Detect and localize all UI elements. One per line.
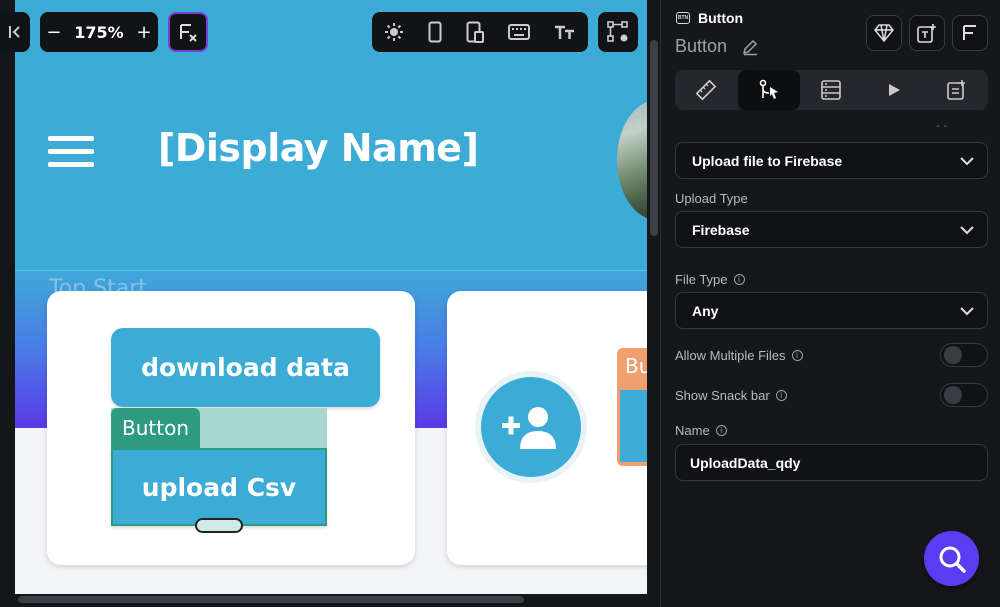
- info-icon[interactable]: i: [715, 425, 727, 436]
- file-type-dropdown[interactable]: Any: [675, 292, 988, 329]
- collapse-panel-button[interactable]: [0, 12, 30, 52]
- magic-icon: [180, 24, 197, 42]
- chevron-down-icon: [960, 307, 974, 316]
- upload-csv-button[interactable]: upload Csv: [111, 448, 327, 526]
- tree-icon: [607, 21, 628, 42]
- resize-handle[interactable]: [195, 518, 243, 533]
- properties-panel: BTN Button Button - - Upload file to Fir…: [660, 0, 1000, 607]
- edit-icon[interactable]: [741, 38, 759, 56]
- action-name-input[interactable]: [675, 444, 988, 481]
- show-snack-bar-label: Show Snack bar i: [675, 388, 787, 403]
- info-icon[interactable]: i: [791, 350, 803, 361]
- tab-backend-query[interactable]: [800, 70, 863, 110]
- add-user-button[interactable]: [475, 371, 587, 483]
- download-data-button[interactable]: download data: [111, 328, 380, 407]
- tab-docs[interactable]: [925, 70, 988, 110]
- show-snack-bar-toggle[interactable]: [940, 383, 988, 407]
- horizontal-scrollbar[interactable]: [18, 596, 524, 603]
- chevron-down-icon: [960, 157, 974, 166]
- phone-icon[interactable]: [428, 21, 442, 43]
- actions-card[interactable]: download data Button upload Csv: [47, 291, 415, 565]
- tab-properties[interactable]: [675, 70, 738, 110]
- panel-tabs: [675, 70, 988, 110]
- play-icon: [889, 84, 901, 96]
- menu-icon[interactable]: [48, 136, 94, 168]
- collapse-left-icon: [9, 26, 20, 38]
- tab-animations[interactable]: [863, 70, 926, 110]
- chevron-down-icon: [960, 226, 974, 235]
- zoom-controls: − 175% +: [40, 12, 158, 52]
- widget-type-title: Button: [698, 10, 744, 26]
- widget-tree-button[interactable]: [598, 12, 638, 52]
- button-widget-icon: BTN: [676, 12, 690, 24]
- action-flow-icon: [759, 79, 778, 99]
- clipped-text: - -: [936, 118, 948, 132]
- add-user-icon: [481, 377, 581, 477]
- ruler-icon: [695, 79, 717, 101]
- vertical-scrollbar[interactable]: [650, 40, 658, 236]
- search-button[interactable]: [924, 531, 979, 586]
- upload-type-label: Upload Type: [675, 191, 748, 206]
- tab-actions[interactable]: [737, 70, 801, 110]
- gem-icon: [874, 24, 894, 42]
- selected-widget-tag: Button: [111, 408, 200, 448]
- add-user-card[interactable]: Bu: [447, 291, 647, 565]
- database-icon: [821, 80, 842, 100]
- widget-name[interactable]: Button: [675, 36, 727, 57]
- selection-outline: Button: [111, 408, 327, 448]
- keyboard-icon[interactable]: [508, 24, 530, 40]
- info-icon[interactable]: i: [775, 390, 787, 401]
- zoom-in-button[interactable]: +: [136, 22, 151, 43]
- zoom-level: 175%: [74, 22, 124, 42]
- action-type-dropdown[interactable]: Upload file to Firebase: [675, 142, 988, 179]
- allow-multiple-files-toggle[interactable]: [940, 343, 988, 367]
- flutterflow-button[interactable]: [952, 15, 988, 51]
- device-preview: [Display Name] Top Start download data B…: [15, 0, 647, 594]
- file-type-label: File Type i: [675, 272, 745, 287]
- tablet-icon[interactable]: [466, 21, 484, 43]
- widget-tag-orange: Bu: [617, 348, 647, 466]
- design-canvas[interactable]: [Display Name] Top Start download data B…: [0, 0, 660, 607]
- search-icon: [939, 546, 966, 573]
- partial-button[interactable]: [620, 390, 647, 462]
- display-name-text[interactable]: [Display Name]: [158, 126, 479, 170]
- add-widget-icon: [917, 24, 936, 43]
- premium-button[interactable]: [866, 15, 902, 51]
- device-toolbar: [372, 12, 588, 52]
- sun-icon[interactable]: [384, 22, 404, 42]
- info-icon[interactable]: i: [733, 274, 745, 285]
- text-size-icon[interactable]: [554, 24, 576, 40]
- name-label: Name i: [675, 423, 727, 438]
- zoom-out-button[interactable]: −: [46, 22, 61, 43]
- notes-icon: [946, 80, 965, 100]
- add-widget-button[interactable]: [909, 15, 945, 51]
- upload-type-dropdown[interactable]: Firebase: [675, 211, 988, 248]
- brand-icon: [963, 25, 976, 40]
- allow-multiple-files-label: Allow Multiple Files i: [675, 348, 803, 363]
- ai-generate-button[interactable]: [168, 12, 208, 52]
